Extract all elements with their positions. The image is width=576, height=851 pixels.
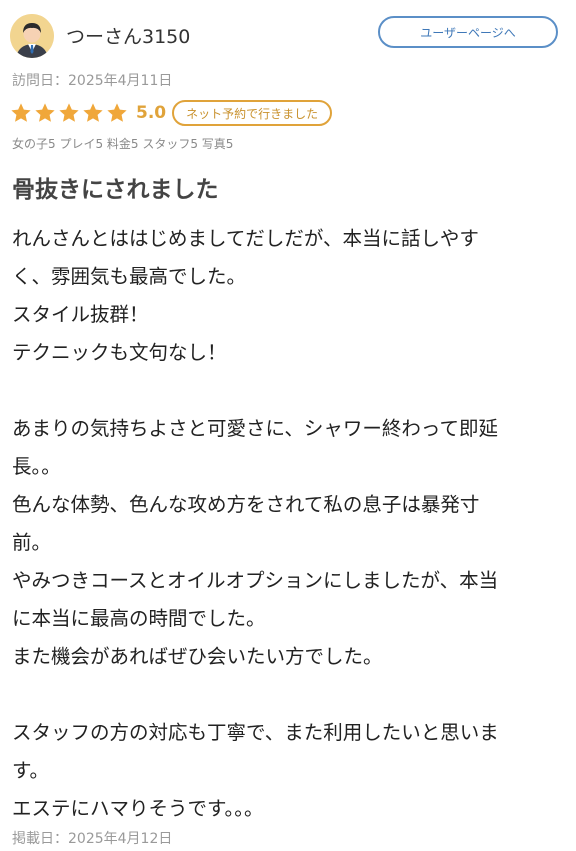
star-icon: [11, 103, 31, 122]
rating-row: 5.0 ネット予約で行きました: [10, 98, 333, 128]
star-icon: [107, 103, 127, 122]
sub-ratings: 女の子5 プレイ5 料金5 スタッフ5 写真5: [12, 137, 234, 151]
review-line: れんさんとははじめましてだしだが、本当に話しやす: [12, 227, 479, 250]
username[interactable]: つーさん3150: [66, 22, 190, 49]
review-title: 骨抜きにされました: [12, 177, 219, 203]
star-icon: [35, 103, 55, 122]
review-line: テクニックも文句なし！: [12, 341, 227, 364]
rating-score: 5.0: [136, 103, 167, 123]
review-card: つーさん3150 ユーザーページへ 訪問日：2025年4月11日 5.0 ネット…: [0, 0, 576, 851]
post-date: 掲載日：2025年4月12日: [12, 831, 173, 847]
review-line: [12, 372, 562, 410]
review-line: く、雰囲気も最高でした。: [12, 265, 247, 288]
user-avatar-icon[interactable]: [10, 14, 54, 58]
star-rating: [10, 102, 130, 124]
review-line: 色んな体勢、色んな攻め方をされて私の息子は暴発寸: [12, 493, 480, 516]
net-reservation-badge: ネット予約で行きました: [172, 100, 333, 126]
star-icon: [59, 103, 79, 122]
user-page-button[interactable]: ユーザーページへ: [378, 16, 558, 48]
review-line: あまりの気持ちよさと可愛さに、シャワー終わって即延: [12, 417, 498, 440]
review-line: エステにハマりそうです。。。: [12, 797, 264, 820]
review-header: つーさん3150 ユーザーページへ: [10, 12, 566, 58]
review-body: れんさんとははじめましてだしだが、本当に話しやす く、雰囲気も最高でした。 スタイル…: [12, 220, 562, 828]
review-line: スタイル抜群！: [12, 303, 149, 326]
review-line: [12, 676, 562, 714]
visit-date: 訪問日：2025年4月11日: [12, 73, 173, 89]
review-line: 前。: [12, 531, 52, 554]
review-line: やみつきコースとオイルオプションにしましたが、本当: [12, 569, 499, 592]
review-line: 長。。: [12, 455, 61, 478]
review-line: また機会があればぜひ会いたい方でした。: [12, 645, 383, 668]
review-line: に本当に最高の時間でした。: [12, 607, 266, 630]
review-line: す。: [12, 759, 50, 782]
review-line: スタッフの方の対応も丁寧で、また利用したいと思いま: [12, 721, 499, 744]
star-icon: [83, 103, 103, 122]
